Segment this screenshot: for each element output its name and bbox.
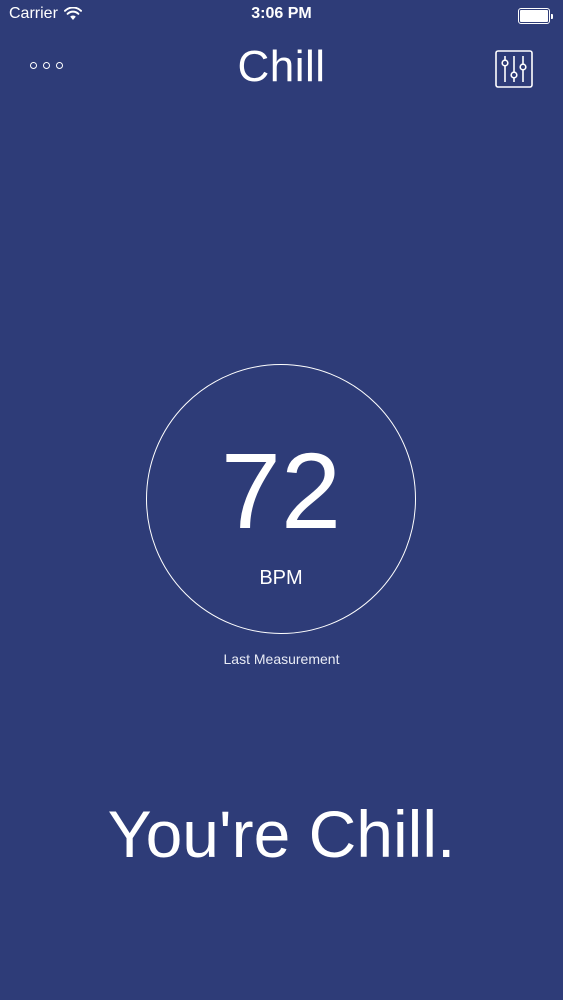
battery-icon	[518, 8, 553, 24]
settings-button[interactable]	[495, 50, 533, 88]
status-time: 3:06 PM	[251, 5, 312, 22]
bpm-value: 72	[220, 430, 342, 551]
bpm-unit-label: BPM	[259, 567, 303, 589]
status-bar: Carrier 3:06 PM	[0, 0, 563, 30]
chill-status-message: You're Chill.	[107, 797, 456, 871]
page-title: Chill	[237, 42, 326, 91]
battery-fill	[520, 10, 548, 22]
nav-bar: Chill	[0, 40, 563, 100]
heart-rate-circle[interactable]: 72 BPM	[146, 364, 416, 634]
sliders-icon	[495, 50, 533, 88]
last-measurement-label: Last Measurement	[223, 651, 340, 667]
